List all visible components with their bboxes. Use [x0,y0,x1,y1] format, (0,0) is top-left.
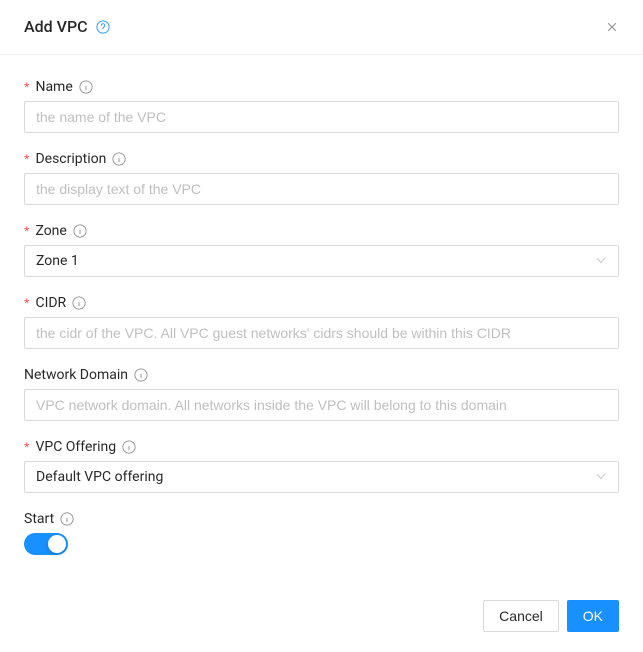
close-icon[interactable] [601,16,623,38]
zone-select[interactable]: Zone 1 [24,245,619,277]
description-label-row: * Description [24,151,619,167]
required-mark: * [24,440,29,454]
info-circle-icon[interactable] [60,512,74,526]
form-item-name: * Name [24,79,619,133]
zone-select-value: Zone 1 [36,253,79,269]
network-domain-input[interactable] [24,389,619,421]
required-mark: * [24,224,29,238]
modal-header: Add VPC [0,0,643,55]
cidr-input[interactable] [24,317,619,349]
info-circle-icon[interactable] [79,80,93,94]
form-item-vpc-offering: * VPC Offering Default VPC offering [24,439,619,493]
required-mark: * [24,296,29,310]
vpc-offering-label-row: * VPC Offering [24,439,619,455]
cidr-label-row: * CIDR [24,295,619,311]
network-domain-label: Network Domain [24,367,128,383]
info-circle-icon[interactable] [112,152,126,166]
network-domain-label-row: Network Domain [24,367,619,383]
info-circle-icon[interactable] [72,296,86,310]
form-item-description: * Description [24,151,619,205]
required-mark: * [24,152,29,166]
description-input[interactable] [24,173,619,205]
chevron-down-icon [595,471,607,483]
form-item-start: Start [24,511,619,559]
cancel-button[interactable]: Cancel [483,600,559,632]
vpc-offering-select[interactable]: Default VPC offering [24,461,619,493]
info-circle-icon[interactable] [122,440,136,454]
modal-body: * Name * Description * Zone [0,55,643,559]
chevron-down-icon [595,255,607,267]
modal-title: Add VPC [24,16,88,38]
info-circle-icon[interactable] [73,224,87,238]
name-label-row: * Name [24,79,619,95]
start-label: Start [24,511,54,527]
zone-label: Zone [35,223,66,239]
cidr-label: CIDR [35,295,66,311]
form-item-zone: * Zone Zone 1 [24,223,619,277]
form-item-network-domain: Network Domain [24,367,619,421]
start-switch[interactable] [24,533,68,555]
start-label-row: Start [24,511,619,527]
switch-handle [48,535,66,553]
name-label: Name [35,79,72,95]
modal-footer: Cancel OK [0,590,643,652]
description-label: Description [35,151,106,167]
vpc-offering-label: VPC Offering [35,439,116,455]
add-vpc-modal: Add VPC * Name [0,0,643,652]
form-item-cidr: * CIDR [24,295,619,349]
ok-button[interactable]: OK [567,600,619,632]
zone-label-row: * Zone [24,223,619,239]
required-mark: * [24,80,29,94]
info-circle-icon[interactable] [134,368,148,382]
vpc-offering-select-value: Default VPC offering [36,469,163,485]
name-input[interactable] [24,101,619,133]
question-circle-icon[interactable] [96,20,110,34]
